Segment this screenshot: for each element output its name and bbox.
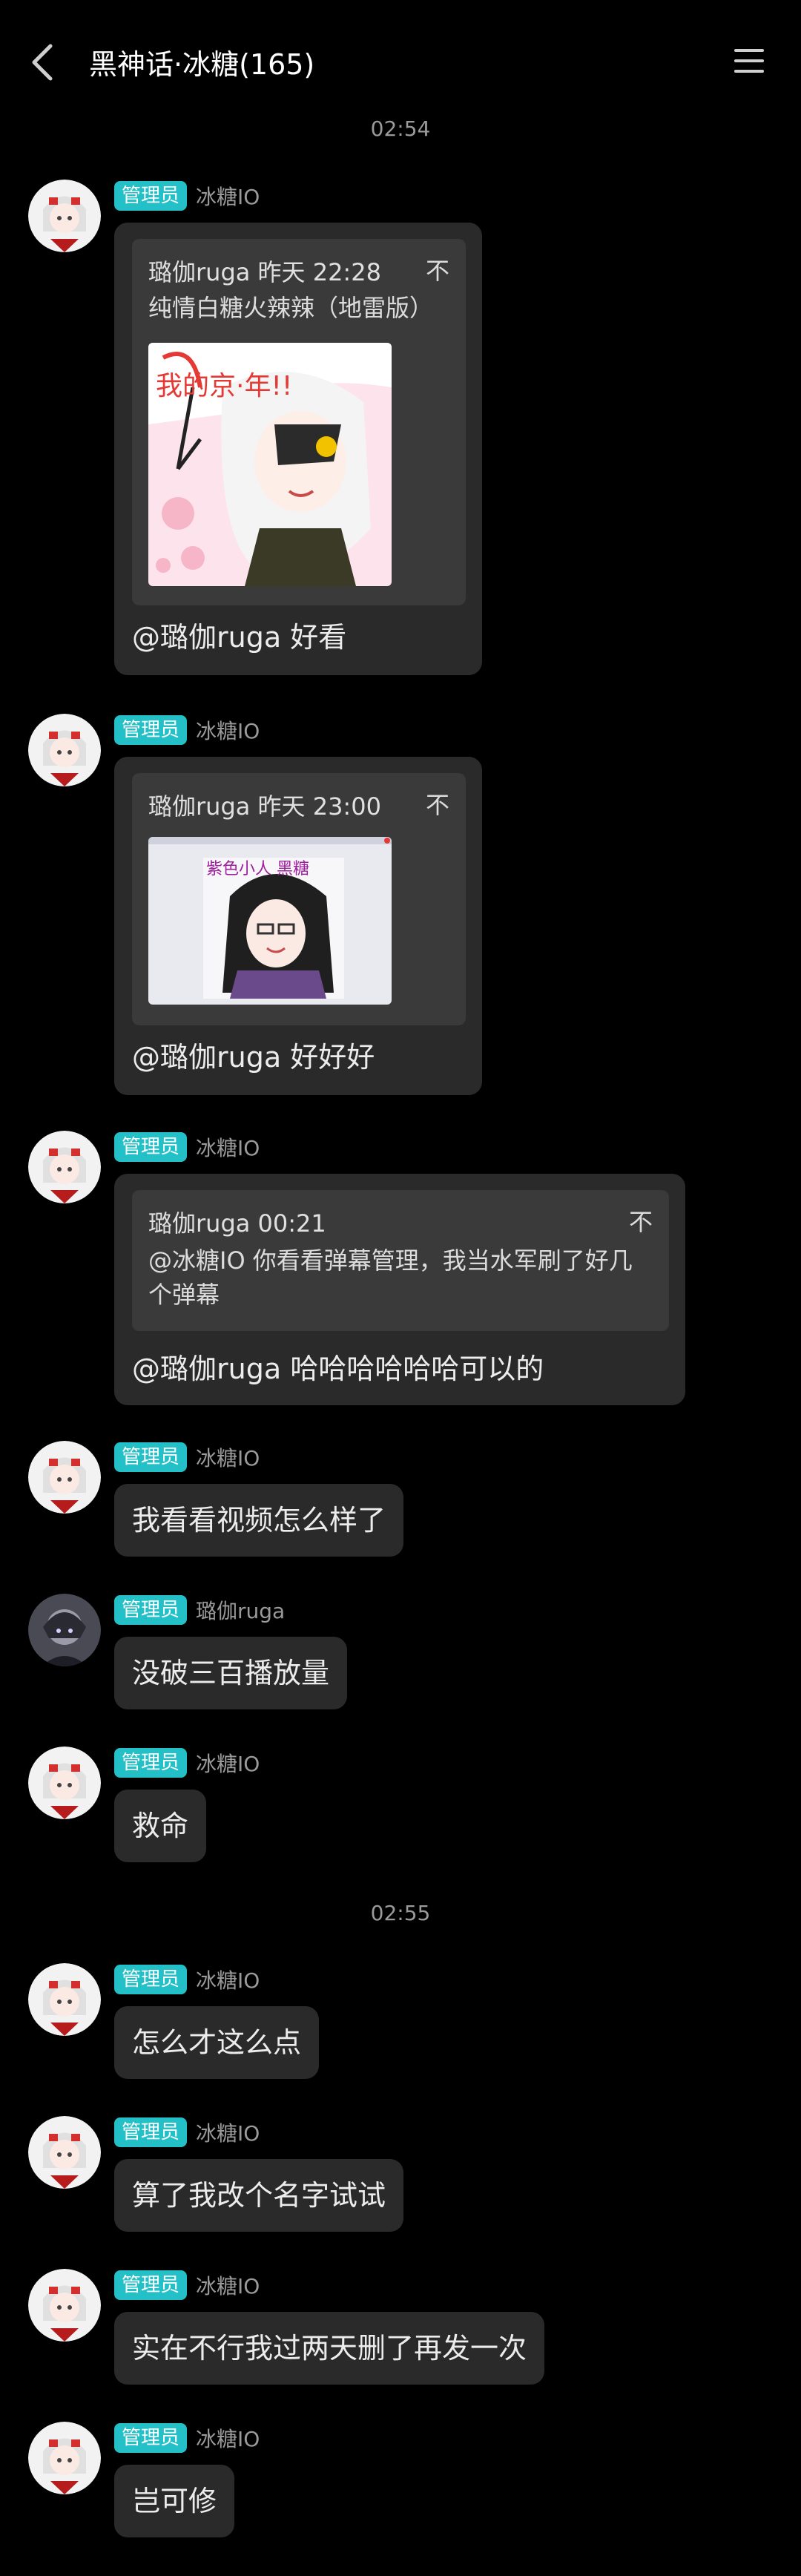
message-bubble[interactable]: 怎么才这么点 xyxy=(114,2006,320,2079)
message-bubble[interactable]: 我看看视频怎么样了 xyxy=(114,1484,404,1557)
hamburger-menu-icon[interactable] xyxy=(733,45,765,77)
sender-name: 冰糖IO xyxy=(196,185,260,209)
pin-icon[interactable]: 不 xyxy=(426,786,449,821)
admin-badge: 管理员 xyxy=(114,715,188,745)
avatar[interactable] xyxy=(28,1131,101,1203)
admin-badge: 管理员 xyxy=(114,2117,188,2147)
sender-name: 冰糖IO xyxy=(196,2427,260,2451)
message-bubble[interactable]: 实在不行我过两天删了再发一次 xyxy=(114,2312,545,2385)
avatar[interactable] xyxy=(28,2269,101,2342)
admin-badge: 管理员 xyxy=(114,1442,188,1472)
sender-name: 冰糖IO xyxy=(196,2121,260,2146)
admin-badge: 管理员 xyxy=(114,1965,188,1994)
avatar[interactable] xyxy=(28,180,101,252)
avatar[interactable] xyxy=(28,2422,101,2494)
reply-text: @璐伽ruga 哈哈哈哈哈哈可以的 xyxy=(132,1353,544,1385)
admin-badge: 管理员 xyxy=(114,181,188,211)
sender-name: 冰糖IO xyxy=(196,2274,260,2299)
admin-badge: 管理员 xyxy=(114,2270,188,2300)
sender-name: 冰糖IO xyxy=(196,1446,260,1471)
sender-name: 冰糖IO xyxy=(196,719,260,743)
avatar[interactable] xyxy=(28,1963,101,2036)
quote-text: 纯情白糖火辣辣（地雷版） xyxy=(148,294,434,322)
timestamp: 02:55 xyxy=(370,1901,431,1925)
message-bubble[interactable]: 璐伽ruga 昨天 22:28 不 纯情白糖火辣辣（地雷版） 我的京·年!! @… xyxy=(114,223,482,675)
avatar[interactable] xyxy=(28,1747,101,1819)
image-text: 紫色小人 黑糖 xyxy=(206,860,309,878)
message-bubble[interactable]: 岂可修 xyxy=(114,2465,235,2537)
quote-block[interactable]: 璐伽ruga 昨天 22:28 不 纯情白糖火辣辣（地雷版） 我的京·年!! xyxy=(132,239,466,605)
reply-text: @璐伽ruga 好看 xyxy=(132,621,347,654)
chat-header: 黑神话·冰糖(165) xyxy=(0,0,801,126)
timestamp: 02:54 xyxy=(370,116,431,141)
sender-name: 冰糖IO xyxy=(196,1752,260,1776)
quote-header: 璐伽ruga 昨天 22:28 xyxy=(148,258,381,286)
pin-icon[interactable]: 不 xyxy=(629,1203,653,1238)
message-bubble[interactable]: 璐伽ruga 昨天 23:00 不 紫色小人 黑糖 @璐伽ruga 好好好 xyxy=(114,757,482,1095)
avatar[interactable] xyxy=(28,1441,101,1514)
sender-name: 冰糖IO xyxy=(196,1968,260,1993)
admin-badge: 管理员 xyxy=(114,1132,188,1162)
admin-badge: 管理员 xyxy=(114,1595,188,1625)
avatar[interactable] xyxy=(28,714,101,786)
quote-block[interactable]: 璐伽ruga 昨天 23:00 不 紫色小人 黑糖 xyxy=(132,773,466,1025)
quoted-image[interactable]: 紫色小人 黑糖 xyxy=(148,837,392,1005)
message-bubble[interactable]: 算了我改个名字试试 xyxy=(114,2159,404,2232)
avatar[interactable] xyxy=(28,1594,101,1666)
image-text: 我的京·年!! xyxy=(156,371,292,401)
admin-badge: 管理员 xyxy=(114,1748,188,1778)
quote-header: 璐伽ruga 昨天 23:00 xyxy=(148,792,381,821)
quote-header: 璐伽ruga 00:21 xyxy=(148,1209,326,1238)
message-bubble[interactable]: 没破三百播放量 xyxy=(114,1637,348,1709)
reply-text: @璐伽ruga 好好好 xyxy=(132,1041,375,1074)
quote-block[interactable]: 璐伽ruga 00:21 不 @冰糖IO 你看看弹幕管理，我当水军刷了好几个弹幕 xyxy=(132,1190,669,1331)
quote-text: @冰糖IO 你看看弹幕管理，我当水军刷了好几个弹幕 xyxy=(148,1246,633,1309)
sender-name: 璐伽ruga xyxy=(196,1599,286,1623)
sender-name: 冰糖IO xyxy=(196,1136,260,1160)
avatar[interactable] xyxy=(28,2116,101,2189)
chat-title: 黑神话·冰糖(165) xyxy=(89,48,315,81)
admin-badge: 管理员 xyxy=(114,2423,188,2453)
chevron-left-icon[interactable] xyxy=(21,39,65,86)
pin-icon[interactable]: 不 xyxy=(426,252,449,286)
quoted-image[interactable]: 我的京·年!! xyxy=(148,343,392,586)
message-bubble[interactable]: 救命 xyxy=(114,1790,207,1862)
message-bubble[interactable]: 璐伽ruga 00:21 不 @冰糖IO 你看看弹幕管理，我当水军刷了好几个弹幕… xyxy=(114,1174,685,1405)
